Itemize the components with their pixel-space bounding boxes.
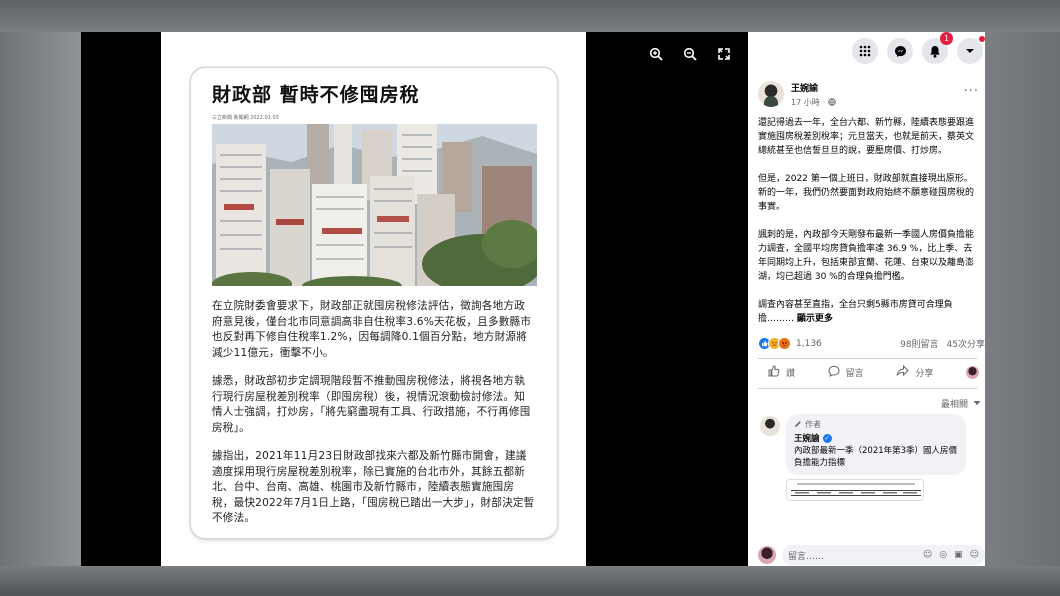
post-time[interactable]: 17 小時 — [791, 97, 820, 108]
commenter-name[interactable]: 王婉諭 — [794, 432, 820, 444]
current-user-avatar — [758, 546, 776, 564]
menu-grid-icon[interactable] — [852, 38, 878, 64]
commenter-avatar[interactable] — [760, 416, 780, 436]
buildings-illustration — [212, 124, 537, 286]
comment-icon — [828, 365, 840, 380]
like-button[interactable]: 讚 — [768, 365, 795, 380]
post-panel: 1 王婉諭 17 小時 · ··· 還記得過去一年，全台六都、新竹縣，陸續表態要… — [748, 32, 985, 566]
shares-count-link[interactable]: 45次分享 — [947, 337, 985, 350]
meta-separator: · — [822, 98, 826, 107]
notification-count-badge: 1 — [940, 32, 953, 45]
city-buildings-photo — [212, 124, 537, 286]
comment-text: 內政部最新一季（2021年第3季）國人房價負擔能力指標 — [794, 446, 958, 468]
post-paragraph: 諷刺的是，內政部今天剛發布最新一季國人房價負擔能力調查，全國平均房貸負擔率達 3… — [758, 230, 975, 282]
author-block: 王婉諭 17 小時 · — [791, 81, 837, 108]
top-navigation: 1 — [748, 32, 985, 70]
post-paragraph: 還記得過去一年，全台六都、新竹縣，陸續表態要跟進實施囤房稅差別稅率；元旦當天，也… — [758, 118, 975, 156]
reaction-summary[interactable]: 1,136 — [758, 337, 822, 350]
comment-input[interactable]: 留言…… ☺ ◎ ▣ ☺ — [782, 545, 985, 565]
like-label: 讚 — [786, 369, 796, 379]
post-text: 還記得過去一年，全台六都、新竹縣，陸續表態要跟進實施囤房稅差別稅率；元旦當天，也… — [748, 108, 985, 326]
author-badge: 作者 — [794, 419, 958, 430]
sort-label: 最相關 — [940, 400, 968, 410]
article-source: 三立新聞 新聞網 2022.01.03 — [212, 115, 279, 121]
article-title: 財政部 暫時不修囤房稅 — [212, 84, 420, 106]
gif-icon[interactable]: ▣ — [954, 550, 963, 560]
globe-icon — [828, 97, 837, 108]
post-header: 王婉諭 17 小時 · ··· — [748, 70, 985, 108]
article-image: 財政部 暫時不修囤房稅 三立新聞 新聞網 2022.01.03 在立院財委會要求… — [161, 32, 586, 566]
more-options-button[interactable]: ··· — [964, 84, 979, 99]
comments-count-link[interactable]: 98則留言 — [900, 337, 938, 350]
comment-composer: 留言…… ☺ ◎ ▣ ☺ — [748, 544, 985, 566]
caret-down-icon[interactable] — [957, 36, 985, 64]
thumbs-up-icon — [768, 365, 780, 380]
reactions-bar: 1,136 98則留言 45次分享 — [748, 326, 985, 350]
share-button[interactable]: 分享 — [896, 364, 934, 380]
comment-item: 作者 王婉諭 ✓ 內政部最新一季（2021年第3季）國人房價負擔能力指標 — [748, 410, 985, 475]
messenger-icon[interactable] — [887, 38, 913, 64]
article-paragraph: 據指出，2021年11月23日財政部找來六都及新竹縣市開會，建議適度採用現行房屋… — [212, 450, 535, 524]
small-avatar-icon — [965, 366, 979, 379]
comment-button[interactable]: 留言 — [828, 365, 864, 380]
article-body: 在立院財委會要求下，財政部正就囤房稅修法評估，徵詢各地方政府意見後，僅台北市同意… — [212, 299, 535, 527]
author-name[interactable]: 王婉諭 — [791, 81, 836, 94]
verified-badge-icon: ✓ — [822, 433, 832, 443]
bell-icon[interactable]: 1 — [922, 32, 953, 64]
article-paragraph: 據悉，財政部初步定調現階段暫不推動囤房稅修法，將視各地方執行現行房屋稅差別稅率（… — [212, 375, 531, 434]
zoom-out-icon[interactable] — [680, 44, 700, 64]
article-paragraph: 在立院財委會要求下，財政部正就囤房稅修法評估，徵詢各地方政府意見後，僅台北市同意… — [212, 300, 532, 359]
photo-viewer: 財政部 暫時不修囤房稅 三立新聞 新聞網 2022.01.03 在立院財委會要求… — [81, 32, 748, 566]
post-meta: 17 小時 · — [791, 97, 837, 108]
account-alert-dot — [979, 36, 985, 42]
post-paragraph: 新的一年，我們仍然要面對政府始終不願意碰囤房稅的事實。 — [758, 188, 975, 212]
post-paragraph-last: 調查內容甚至直指，全台只剩5縣市房貸可合理負擔……… 顯示更多 — [758, 298, 975, 326]
post-actions: 讚 留言 分享 — [748, 359, 985, 380]
reaction-count: 1,136 — [796, 338, 822, 349]
chevron-down-icon — [973, 399, 981, 409]
post-paragraph-text: 調查內容甚至直指，全台只剩5縣市房貸可合理負擔……… — [758, 300, 953, 324]
comment-attachment-image[interactable] — [786, 479, 924, 501]
angry-reaction-icon — [778, 337, 791, 350]
profile-switch-avatar[interactable] — [965, 366, 979, 379]
comment-placeholder: 留言…… — [788, 551, 825, 562]
composer-icons: ☺ ◎ ▣ ☺ — [923, 550, 979, 560]
commenter-name-row: 王婉諭 ✓ — [794, 432, 958, 444]
pencil-icon — [794, 420, 802, 430]
share-label: 分享 — [915, 369, 934, 379]
comment-bubble: 作者 王婉諭 ✓ 內政部最新一季（2021年第3季）國人房價負擔能力指標 — [786, 414, 966, 475]
comment-label: 留言 — [845, 369, 864, 379]
fullscreen-icon[interactable] — [714, 44, 734, 64]
sticker-icon[interactable]: ☺ — [970, 550, 979, 560]
article-card: 財政部 暫時不修囤房稅 三立新聞 新聞網 2022.01.03 在立院財委會要求… — [191, 68, 557, 538]
avatar[interactable] — [758, 81, 784, 107]
camera-icon[interactable]: ◎ — [939, 550, 947, 560]
post-paragraph: 但是，2022 第一個上班日，財政部就直接現出原形。 — [758, 174, 973, 184]
see-more-link[interactable]: 顯示更多 — [797, 314, 833, 324]
emoji-icon[interactable]: ☺ — [923, 550, 932, 560]
viewer-controls — [646, 44, 734, 64]
engagement-counts: 98則留言 45次分享 — [900, 337, 985, 350]
table-thumbnail — [791, 483, 921, 496]
zoom-in-icon[interactable] — [646, 44, 666, 64]
comment-sort-dropdown[interactable]: 最相關 — [748, 389, 985, 410]
author-badge-label: 作者 — [805, 420, 821, 429]
share-icon — [896, 364, 910, 380]
